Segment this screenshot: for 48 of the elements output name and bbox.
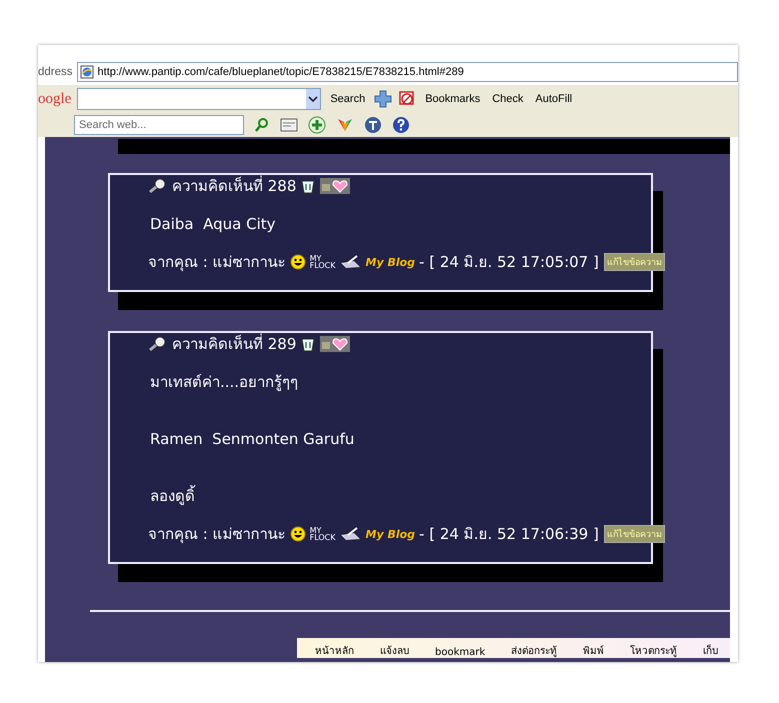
spell-check-button[interactable]: Check <box>489 91 526 107</box>
menu-link[interactable]: หน้าหลัก <box>315 643 354 658</box>
post-timestamp: - [ 24 มิ.ย. 52 17:05:07 ] <box>419 252 599 272</box>
toolbar-logo: oogle <box>38 90 72 108</box>
comment-text: มาเทสต์ค่า....อยากรู้ๆๆ <box>150 372 300 392</box>
flock-link[interactable]: MY FLOCK <box>310 255 336 269</box>
web-search-field[interactable]: Search web... <box>74 115 244 135</box>
heart-badge-icon[interactable] <box>320 178 350 194</box>
author-name: จากคุณ : แม่ซากานะ <box>148 252 286 272</box>
menu-link[interactable]: แจ้งลบ <box>380 643 409 658</box>
menu-link[interactable]: โหวตกระทู้ <box>630 643 678 658</box>
menu-link[interactable]: พิมพ์ <box>583 643 604 658</box>
plus-icon[interactable] <box>308 116 326 134</box>
trash-bin-icon[interactable] <box>300 336 316 352</box>
toolbar-search-field[interactable] <box>77 88 322 110</box>
comment-text: Daiba Aqua City <box>150 214 277 234</box>
flock-link[interactable]: MY FLOCK <box>310 527 336 541</box>
comment-text: ลองดูดิ้ <box>150 486 196 506</box>
trash-bin-icon[interactable] <box>300 178 316 194</box>
post-timestamp: - [ 24 มิ.ย. 52 17:06:39 ] <box>419 524 599 544</box>
address-label: ddress <box>38 66 74 78</box>
comment-number: ความคิดเห็นที่ 289 <box>172 334 296 354</box>
comment-number: ความคิดเห็นที่ 288 <box>172 176 296 196</box>
search-button[interactable]: Search <box>327 91 368 107</box>
globe-page-icon <box>80 65 94 79</box>
menu-link[interactable]: เก็บ <box>703 643 718 658</box>
autofill-button[interactable]: AutoFill <box>532 91 576 107</box>
plus-icon[interactable] <box>374 90 392 108</box>
bookmarks-button[interactable]: Bookmarks <box>422 91 484 107</box>
heart-badge-icon[interactable] <box>320 336 350 352</box>
blog-link[interactable]: My Blog <box>366 528 416 540</box>
help-icon[interactable] <box>392 116 410 134</box>
pen-paper-icon <box>340 527 362 541</box>
pen-paper-icon <box>340 255 362 269</box>
address-field[interactable]: http://www.pantip.com/cafe/blueplanet/topic/E7838215/E7838215.html#289 <box>76 62 738 82</box>
magnifier-icon <box>148 336 168 352</box>
smiley-icon <box>290 526 306 542</box>
author-name: จากคุณ : แม่ซากานะ <box>148 524 286 544</box>
magnifier-icon <box>148 178 168 194</box>
menu-link[interactable]: bookmark <box>435 647 486 658</box>
blocked-popup-icon[interactable] <box>398 90 416 108</box>
menu-link[interactable]: ส่งต่อกระทู้ <box>511 643 558 658</box>
window-icon[interactable] <box>280 118 298 132</box>
dropdown-icon[interactable] <box>306 89 320 109</box>
blog-link[interactable]: My Blog <box>366 256 416 268</box>
comment-text: Ramen Senmonten Garufu <box>150 429 356 449</box>
search-icon[interactable] <box>254 117 270 133</box>
smiley-icon <box>290 254 306 270</box>
